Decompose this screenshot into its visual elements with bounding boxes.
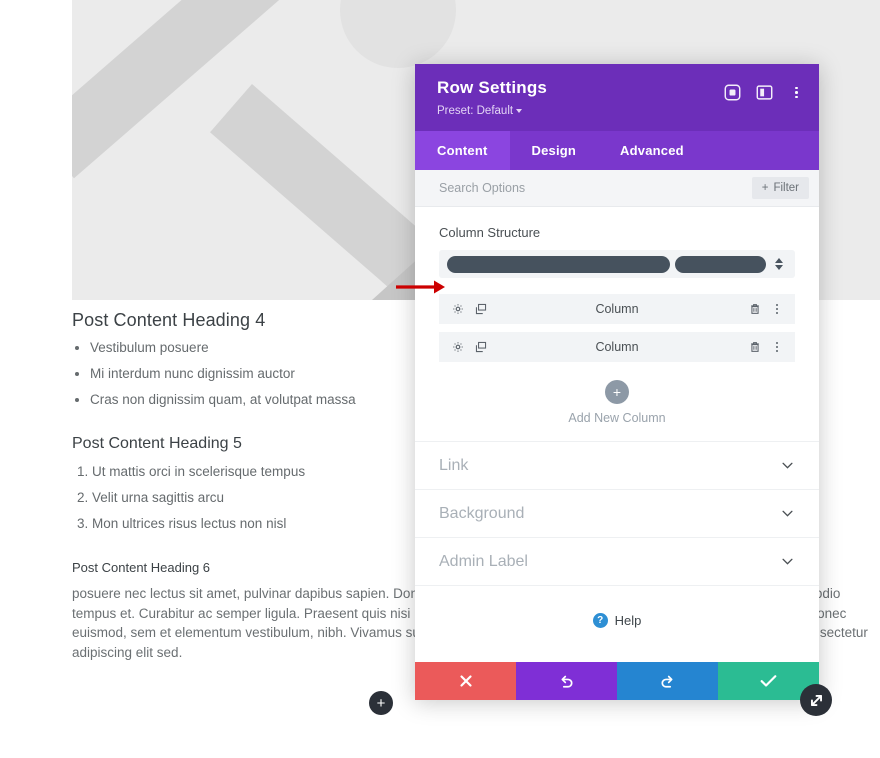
filter-button[interactable]: + Filter: [751, 177, 809, 199]
accordion-label: Background: [439, 504, 525, 522]
structure-stepper[interactable]: [771, 258, 787, 270]
modal-header-actions: [724, 84, 805, 101]
column-structure-label: Column Structure: [439, 225, 541, 240]
more-vertical-icon[interactable]: [788, 84, 805, 101]
add-row-button[interactable]: +: [369, 691, 393, 715]
row-right-actions: [748, 302, 783, 316]
add-new-column-label: Add New Column: [568, 411, 666, 425]
chevron-down-icon: [516, 108, 523, 113]
hero-circle-shape: [340, 0, 456, 68]
help-label: Help: [614, 613, 642, 628]
duplicate-icon[interactable]: [474, 302, 488, 316]
accordion-item-background[interactable]: Background: [415, 490, 819, 538]
preset-selector[interactable]: Preset: Default: [437, 105, 523, 117]
row-left-actions: [451, 302, 488, 316]
question-mark-icon: ?: [592, 613, 608, 628]
preset-label: Preset: Default: [437, 105, 514, 117]
layout-panel-icon[interactable]: [756, 84, 773, 101]
gear-icon[interactable]: [451, 340, 465, 354]
modal-body: Column Structure Column Column + Add New…: [415, 207, 819, 662]
more-vertical-icon[interactable]: [771, 340, 783, 354]
close-icon: [459, 675, 472, 687]
accordion-item-admin-label[interactable]: Admin Label: [415, 538, 819, 586]
chevron-down-icon: [782, 558, 793, 565]
modal-header: Row Settings Preset: Default: [415, 64, 819, 131]
plus-icon: +: [605, 380, 629, 404]
chevron-down-icon: [775, 265, 783, 270]
column-row-label: Column: [595, 302, 639, 316]
accordion-item-link[interactable]: Link: [415, 442, 819, 490]
table-row[interactable]: Column: [439, 294, 795, 324]
more-vertical-icon[interactable]: [771, 302, 783, 316]
chevron-down-icon: [782, 462, 793, 469]
column-row-label: Column: [595, 340, 639, 354]
column-structure-section: Column Structure Column Column + Add New…: [415, 207, 819, 441]
chevron-down-icon: [782, 510, 793, 517]
tab-advanced[interactable]: Advanced: [598, 131, 706, 170]
redo-button[interactable]: [617, 662, 718, 700]
undo-icon: [561, 675, 573, 688]
help-button[interactable]: ? Help: [592, 613, 642, 628]
search-input[interactable]: [439, 181, 752, 195]
add-new-column-button[interactable]: + Add New Column: [439, 370, 795, 441]
tab-design[interactable]: Design: [510, 131, 599, 170]
focus-icon[interactable]: [724, 84, 741, 101]
accordion-label: Admin Label: [439, 552, 528, 570]
gear-icon[interactable]: [451, 302, 465, 316]
row-right-actions: [748, 340, 783, 354]
accordion-label: Link: [439, 456, 469, 474]
trash-icon[interactable]: [748, 340, 762, 354]
column-list: Column Column: [439, 294, 795, 362]
modal-tabs: Content Design Advanced: [415, 131, 819, 170]
redo-icon: [661, 675, 673, 688]
row-settings-modal: Row Settings Preset: Default Content Des…: [415, 64, 819, 700]
duplicate-icon[interactable]: [474, 340, 488, 354]
help-row: ? Help: [415, 586, 819, 652]
column-chip-narrow[interactable]: [674, 255, 766, 273]
column-chip-wide[interactable]: [447, 255, 670, 273]
chevron-up-icon: [775, 258, 783, 263]
undo-button[interactable]: [516, 662, 617, 700]
cancel-button[interactable]: [415, 662, 516, 700]
check-icon: [760, 675, 777, 687]
column-structure-control[interactable]: [439, 250, 795, 278]
modal-footer: [415, 662, 819, 700]
plus-icon: +: [761, 182, 769, 194]
settings-accordion: Link Background Admin Label: [415, 441, 819, 586]
table-row[interactable]: Column: [439, 332, 795, 362]
filter-label: Filter: [773, 182, 799, 194]
resize-handle[interactable]: [800, 684, 832, 716]
tab-content[interactable]: Content: [415, 131, 510, 170]
search-row: + Filter: [415, 170, 819, 207]
resize-diagonal-icon: [810, 694, 822, 706]
trash-icon[interactable]: [748, 302, 762, 316]
row-left-actions: [451, 340, 488, 354]
